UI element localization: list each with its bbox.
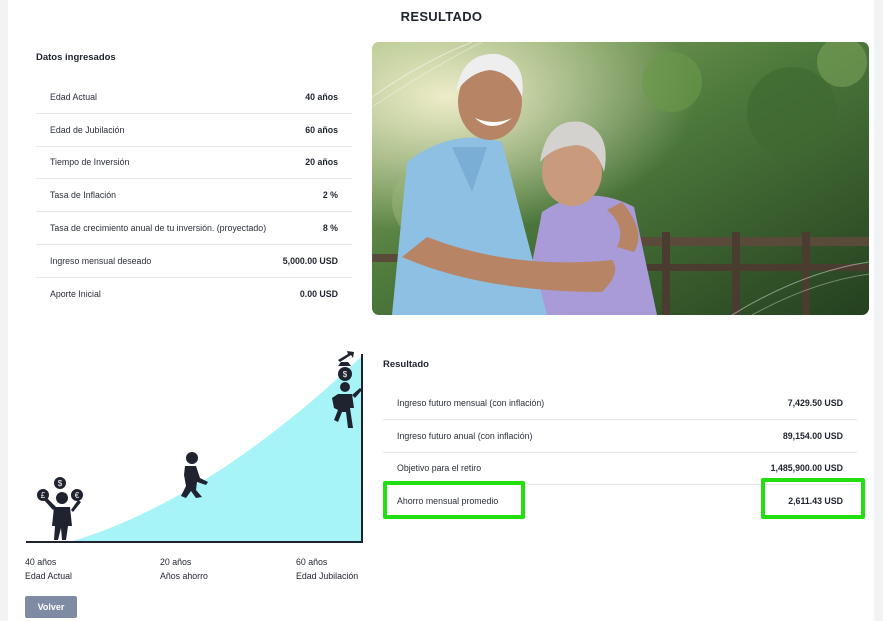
row-label: Tiempo de Inversión xyxy=(50,157,130,168)
row-value: 0.00 USD xyxy=(299,288,338,299)
back-button[interactable]: Volver xyxy=(25,596,77,618)
result-row-monthly-income: Ingreso futuro mensual (con inflación) 7,… xyxy=(383,387,857,420)
axis-end-caption: Edad Jubilación xyxy=(296,571,359,581)
row-value: 40 años xyxy=(305,91,338,102)
row-value: 5,000.00 USD xyxy=(282,255,338,266)
row-label: Tasa de Inflación xyxy=(50,190,117,201)
row-label: Aporte Inicial xyxy=(50,288,101,299)
input-row-growth-rate: Tasa de crecimiento anual de tu inversió… xyxy=(36,212,352,245)
row-label: Edad de Jubilación xyxy=(50,124,125,135)
inputs-title: Datos ingresados xyxy=(36,52,116,63)
row-value: 60 años xyxy=(305,124,338,135)
axis-middle-caption: Años ahorro xyxy=(160,571,208,581)
page-title: RESULTADO xyxy=(400,9,483,24)
axis-label-end: 60 años Edad Jubilación xyxy=(296,555,358,583)
inputs-table: Edad Actual 40 años Edad de Jubilación 60 … xyxy=(36,81,352,310)
photo-illustration xyxy=(372,42,869,315)
dollar-symbol: $ xyxy=(58,479,63,488)
row-value: 2 % xyxy=(322,190,338,201)
elderly-couple-photo xyxy=(372,42,869,315)
results-title: Resultado xyxy=(383,359,429,370)
input-row-retirement-age: Edad de Jubilación 60 años xyxy=(36,114,352,147)
bag-dollar-symbol: $ xyxy=(343,370,348,379)
euro-symbol: € xyxy=(75,491,80,500)
input-row-current-age: Edad Actual 40 años xyxy=(36,81,352,114)
highlight-box-label xyxy=(383,481,525,519)
input-row-initial-contribution: Aporte Inicial 0.00 USD xyxy=(36,278,352,310)
row-label: Ingreso futuro anual (con inflación) xyxy=(397,430,533,441)
axis-end-value: 60 años xyxy=(296,557,328,567)
row-label: Tasa de crecimiento anual de tu inversió… xyxy=(50,223,267,234)
growth-area xyxy=(70,356,362,542)
highlight-box-value xyxy=(761,478,865,519)
row-value: 89,154.00 USD xyxy=(782,430,843,441)
input-row-inflation: Tasa de Inflación 2 % xyxy=(36,179,352,213)
input-row-investment-time: Tiempo de Inversión 20 años xyxy=(36,147,352,180)
row-value: 7,429.50 USD xyxy=(787,397,843,408)
row-value: 8 % xyxy=(322,223,338,234)
input-row-desired-income: Ingreso mensual deseado 5,000.00 USD xyxy=(36,245,352,278)
row-label: Objetivo para el retiro xyxy=(397,463,482,474)
pound-symbol: £ xyxy=(41,491,46,500)
axis-start-value: 40 años xyxy=(25,557,57,567)
row-value: 20 años xyxy=(305,157,338,168)
axis-label-middle: 20 años Años ahorro xyxy=(160,555,208,583)
row-label: Edad Actual xyxy=(50,91,97,102)
row-value: 1,485,900.00 USD xyxy=(770,463,843,474)
axis-middle-value: 20 años xyxy=(160,557,192,567)
result-row-annual-income: Ingreso futuro anual (con inflación) 89,1… xyxy=(383,420,857,453)
axis-start-caption: Edad Actual xyxy=(25,571,72,581)
savings-growth-illustration: £ $ € $ xyxy=(26,351,363,543)
row-label: Ingreso futuro mensual (con inflación) xyxy=(397,397,545,408)
axis-label-start: 40 años Edad Actual xyxy=(25,555,72,583)
row-label: Ingreso mensual deseado xyxy=(50,255,152,266)
